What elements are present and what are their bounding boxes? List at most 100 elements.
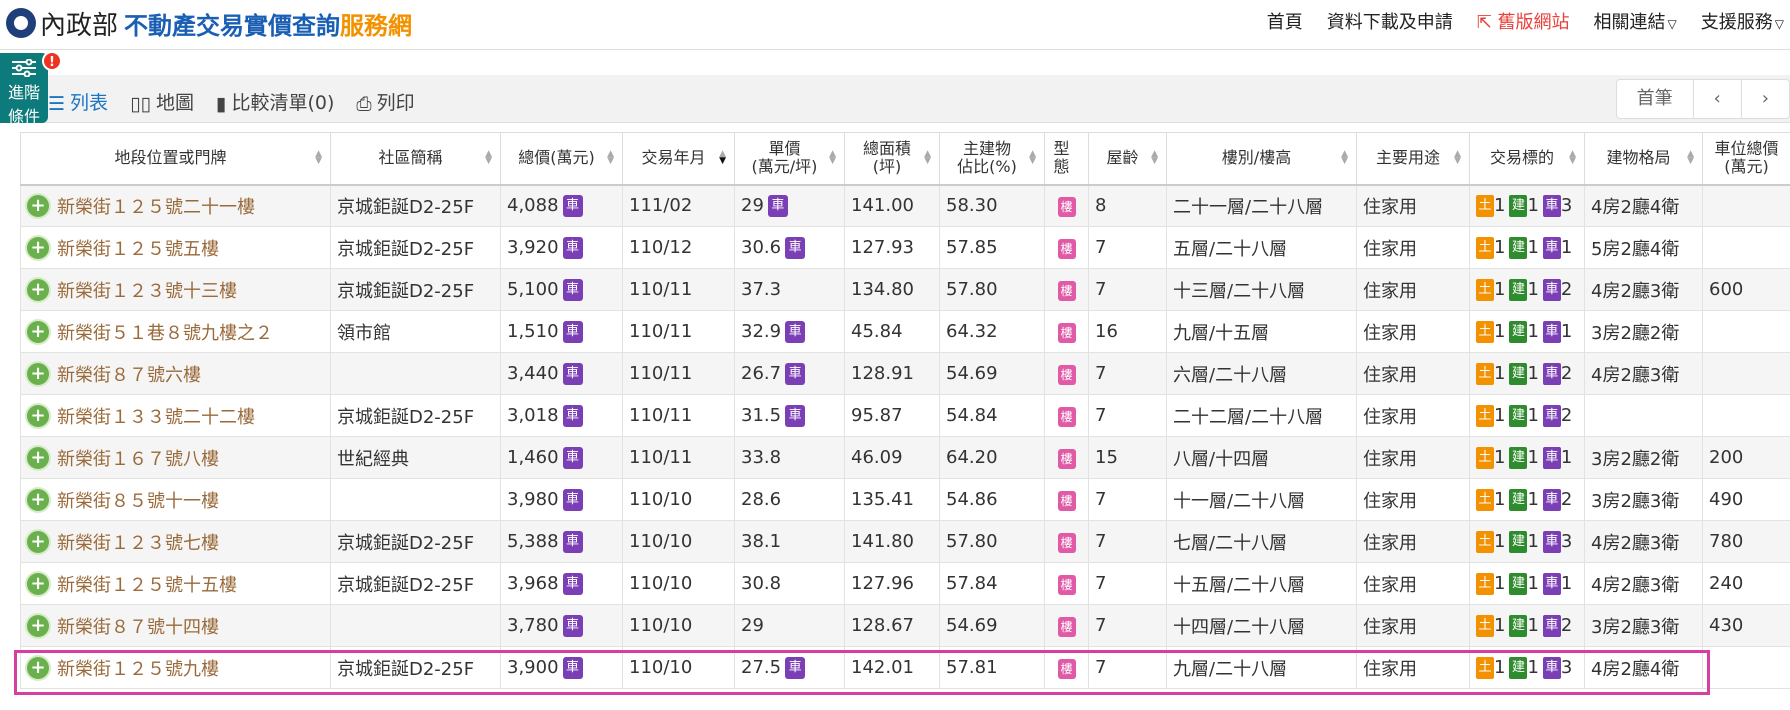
cell-address[interactable]: + 新榮街１２５號十五樓 <box>20 562 331 605</box>
column-header[interactable]: 屋齡 ▲ ▼ <box>1088 132 1167 186</box>
expand-icon[interactable]: + <box>27 236 49 259</box>
cell-type: 樓 <box>1044 436 1089 479</box>
column-header[interactable]: 交易年月 ▲ ▼ <box>622 132 735 186</box>
cell-address[interactable]: + 新榮街１２３號十三樓 <box>20 268 331 311</box>
expand-icon[interactable]: + <box>27 320 49 343</box>
column-header[interactable]: 交易標的 ▲ ▼ <box>1469 132 1585 186</box>
sort-icon[interactable]: ▲ ▼ <box>1569 150 1576 166</box>
sort-icon[interactable]: ▲ ▼ <box>485 150 492 166</box>
sort-desc-icon[interactable]: ▲ ▼ <box>719 150 726 166</box>
cell-parking-price: 240 <box>1702 562 1790 605</box>
site-logo[interactable]: 內政部 不動產交易實價查詢 服務網 <box>6 5 412 41</box>
table-row[interactable]: + 新榮街１２５號九樓 京城鉅誕D2-25F 3,900 車 110/10 27.5 車 142… <box>20 646 1790 689</box>
nav-support[interactable]: 支援服務 ▽ <box>1701 8 1784 34</box>
table-row[interactable]: + 新榮街８５號十一樓 3,980 車 110/10 28.6 135.41 54.86 樓 7 十… <box>20 478 1790 521</box>
map-view-button[interactable]: ▯▯ 地圖 <box>130 88 194 115</box>
expand-icon[interactable]: + <box>27 614 49 637</box>
table-row[interactable]: + 新榮街５１巷８號九樓之２ 領市館 1,510 車 110/11 32.9 車 45.84 64… <box>20 310 1790 353</box>
tag-count: 1 <box>1494 279 1506 300</box>
table-row[interactable]: + 新榮街１２３號七樓 京城鉅誕D2-25F 5,388 車 110/10 38.1 141.… <box>20 520 1790 563</box>
sort-icon[interactable]: ▲ ▼ <box>1341 150 1348 166</box>
sort-icon[interactable]: ▲ ▼ <box>1454 150 1461 166</box>
column-header[interactable]: 建物格局 ▲ ▼ <box>1584 132 1703 186</box>
expand-icon[interactable]: + <box>27 278 49 301</box>
sort-icon[interactable]: ▲ ▼ <box>1151 150 1158 166</box>
column-header[interactable]: 地段位置或門牌 ▲ ▼ <box>20 132 331 186</box>
table-row[interactable]: + 新榮街１６７號八樓 世紀經典 1,460 車 110/11 33.8 46.09 64.20… <box>20 436 1790 479</box>
nav-old-site[interactable]: ⇱ 舊版網站 <box>1477 8 1570 34</box>
sort-icon[interactable]: ▲ ▼ <box>1687 150 1694 166</box>
land-tag-icon: 土 <box>1476 656 1494 679</box>
cell-address[interactable]: + 新榮街５１巷８號九樓之２ <box>20 310 331 353</box>
expand-icon[interactable]: + <box>27 404 49 427</box>
park-tag-icon: 車 <box>1542 362 1561 385</box>
sliders-icon <box>12 59 36 77</box>
sort-icon[interactable]: ▲ ▼ <box>607 150 614 166</box>
column-header[interactable]: 主要用途 ▲ ▼ <box>1356 132 1470 186</box>
column-header[interactable]: 總面積 (坪) ▲ ▼ <box>844 132 940 186</box>
sort-icon[interactable]: ▲ ▼ <box>315 150 322 166</box>
tag-count: 1 <box>1527 195 1539 217</box>
cell-address[interactable]: + 新榮街８７號六樓 <box>20 352 331 395</box>
table-row[interactable]: + 新榮街１２５號五樓 京城鉅誕D2-25F 3,920 車 110/12 30.6 車 127… <box>20 226 1790 269</box>
cell-address[interactable]: + 新榮街１６７號八樓 <box>20 436 331 479</box>
cell-address[interactable]: + 新榮街１３３號二十二樓 <box>20 394 331 437</box>
cell-ratio: 57.80 <box>939 268 1045 311</box>
first-page-button[interactable]: 首筆 <box>1617 80 1694 118</box>
alert-icon: ! <box>42 51 62 71</box>
table-row[interactable]: + 新榮街１３３號二十二樓 京城鉅誕D2-25F 3,018 車 110/11 31.5 車 9… <box>20 394 1790 437</box>
table-row[interactable]: + 新榮街１２５號十五樓 京城鉅誕D2-25F 3,968 車 110/10 30.8 127… <box>20 562 1790 605</box>
column-header[interactable]: 單價 (萬元/坪) ▲ ▼ <box>734 132 845 186</box>
cell-age: 7 <box>1088 268 1167 311</box>
cell-address[interactable]: + 新榮街１２５號五樓 <box>20 226 331 269</box>
expand-icon[interactable]: + <box>27 362 49 385</box>
bld-tag-icon: 建 <box>1509 614 1528 637</box>
next-page-button[interactable]: › <box>1742 80 1789 118</box>
cell-type: 樓 <box>1044 520 1089 563</box>
column-header[interactable]: 總價(萬元) ▲ ▼ <box>500 132 623 186</box>
cell-floor: 十五層/二十八層 <box>1166 562 1357 605</box>
cell-layout: 3房2廳3衛 <box>1584 478 1703 521</box>
expand-icon[interactable]: + <box>27 446 49 469</box>
expand-icon[interactable]: + <box>27 656 49 679</box>
building-type-icon: 樓 <box>1057 532 1076 553</box>
cell-price: 1,460 車 <box>500 436 623 479</box>
sort-icon[interactable]: ▲ ▼ <box>829 150 836 166</box>
cell-address[interactable]: + 新榮街１２３號七樓 <box>20 520 331 563</box>
column-header[interactable]: 樓別/樓高 ▲ ▼ <box>1166 132 1357 186</box>
expand-icon[interactable]: + <box>27 572 49 595</box>
nav-download[interactable]: 資料下載及申請 <box>1327 8 1453 34</box>
cell-area: 142.01 <box>844 646 940 689</box>
table-row[interactable]: + 新榮街１２３號十三樓 京城鉅誕D2-25F 5,100 車 110/11 37.3 134… <box>20 268 1790 311</box>
list-view-button[interactable]: ☰ 列表 <box>48 88 108 115</box>
sort-icon[interactable]: ▲ ▼ <box>924 150 931 166</box>
nav-home[interactable]: 首頁 <box>1267 8 1303 34</box>
column-header[interactable]: 社區簡稱 ▲ ▼ <box>330 132 501 186</box>
cell-address[interactable]: + 新榮街８７號十四樓 <box>20 604 331 647</box>
table-row[interactable]: + 新榮街８７號十四樓 3,780 車 110/10 29 128.67 54.69 樓 7 十四層… <box>20 604 1790 647</box>
column-header[interactable]: 主建物 佔比(%) ▲ ▼ <box>939 132 1045 186</box>
prev-page-button[interactable]: ‹ <box>1694 80 1742 118</box>
column-header[interactable]: 型態 <box>1044 132 1089 186</box>
expand-icon[interactable]: + <box>27 530 49 553</box>
compare-list-button[interactable]: ▮ 比較清單(0) <box>216 88 334 115</box>
table-row[interactable]: + 新榮街８７號六樓 3,440 車 110/11 26.7 車 128.91 54.69 樓 7 六… <box>20 352 1790 395</box>
logo-title: 不動產交易實價查詢 <box>124 11 341 40</box>
sort-icon[interactable]: ▲ ▼ <box>1029 150 1036 166</box>
nav-links[interactable]: 相關連結 ▽ <box>1594 8 1677 34</box>
cell-floor: 六層/二十八層 <box>1166 352 1357 395</box>
cell-address[interactable]: + 新榮街８５號十一樓 <box>20 478 331 521</box>
parking-icon: 車 <box>562 236 583 259</box>
map-icon: ▯▯ <box>130 92 151 115</box>
advanced-filter-button[interactable]: 進階 條件 ! <box>0 51 62 126</box>
cell-address[interactable]: + 新榮街１２５號二十一樓 <box>20 184 331 227</box>
table-row[interactable]: + 新榮街１２５號二十一樓 京城鉅誕D2-25F 4,088 車 111/02 29 車 141… <box>20 184 1790 227</box>
print-button[interactable]: ⎙ 列印 <box>356 88 414 115</box>
parking-icon: 車 <box>785 404 806 427</box>
expand-icon[interactable]: + <box>27 194 49 217</box>
column-header[interactable]: 車位總價 (萬元) <box>1702 132 1790 186</box>
cell-address[interactable]: + 新榮街１２５號九樓 <box>20 646 331 689</box>
cell-age: 7 <box>1088 520 1167 563</box>
expand-icon[interactable]: + <box>27 488 49 511</box>
cell-date: 110/10 <box>622 604 735 647</box>
